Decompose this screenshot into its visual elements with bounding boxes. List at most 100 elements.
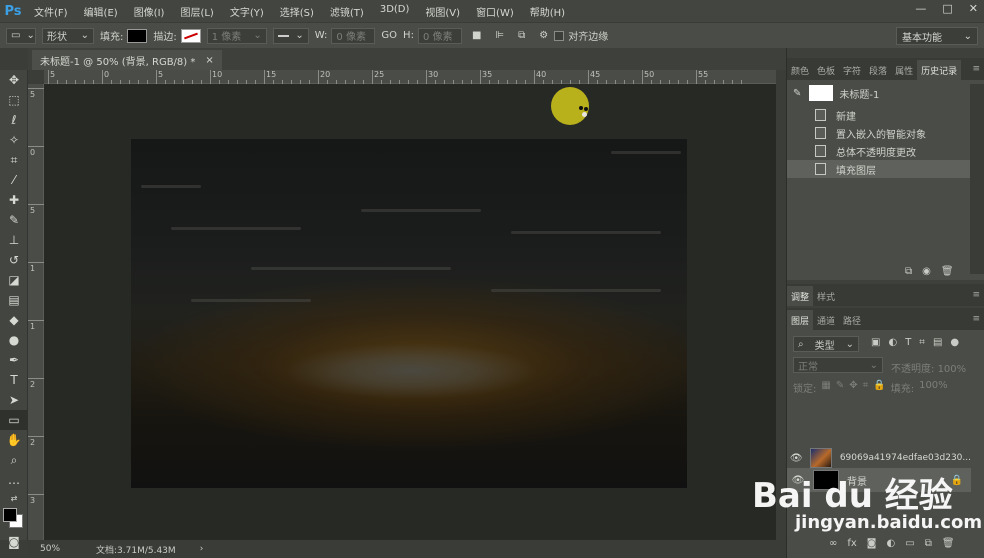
document-tab[interactable]: 未标题-1 @ 50% (背景, RGB/8) * × bbox=[32, 50, 222, 70]
menu-item[interactable]: 选择(S) bbox=[272, 4, 322, 19]
panel-menu-icon[interactable]: ≡ bbox=[972, 290, 980, 300]
menu-item[interactable]: 文字(Y) bbox=[222, 4, 272, 19]
rectangle-tool-preset[interactable]: ▭ ⌄ bbox=[6, 27, 36, 44]
menu-item[interactable]: 图像(I) bbox=[126, 4, 173, 19]
blend-mode-select[interactable]: 正常 ⌄ bbox=[793, 357, 883, 373]
panel-menu-icon[interactable]: ≡ bbox=[972, 64, 980, 74]
tool-preset-picker[interactable]: ▭ ⌄ bbox=[6, 27, 36, 44]
close-button[interactable]: ✕ bbox=[969, 2, 978, 15]
rectangle-tool-icon[interactable]: ▭ bbox=[0, 410, 28, 430]
history-brush-tool-icon[interactable]: ↺ bbox=[0, 250, 28, 270]
clone-stamp-tool-icon[interactable]: ⊥ bbox=[0, 230, 28, 250]
lock-all-icon[interactable]: 🔒 bbox=[873, 380, 885, 395]
minimize-button[interactable]: — bbox=[915, 2, 926, 15]
link-layers-icon[interactable]: ∞ bbox=[829, 538, 837, 556]
history-state[interactable]: 新建 bbox=[787, 106, 971, 124]
gear-icon[interactable]: ⚙ bbox=[539, 30, 548, 41]
path-selection-tool-icon[interactable]: ➤ bbox=[0, 390, 28, 410]
maximize-button[interactable]: □ bbox=[942, 2, 952, 15]
blur-tool-icon[interactable]: ◆ bbox=[0, 310, 28, 330]
shape-mode-select[interactable]: 形状 ⌄ bbox=[42, 27, 94, 44]
adjustment-filter-icon[interactable]: ◐ bbox=[888, 337, 897, 348]
menu-item[interactable]: 滤镜(T) bbox=[322, 4, 372, 19]
foreground-color-swatch[interactable] bbox=[3, 508, 17, 522]
history-state[interactable]: 总体不透明度更改 bbox=[787, 142, 971, 160]
swap-colors-icon[interactable]: ⇄ bbox=[0, 490, 28, 506]
width-input[interactable]: 0 像素 bbox=[331, 27, 376, 44]
stroke-swatch[interactable] bbox=[180, 28, 201, 43]
panel-scrollbar[interactable] bbox=[970, 84, 984, 274]
menu-item[interactable]: 图层(L) bbox=[172, 4, 221, 19]
history-snapshot[interactable]: ✎ 未标题-1 bbox=[787, 84, 971, 102]
layer-filter-select[interactable]: ⌕ 类型 ⌄ bbox=[793, 336, 859, 352]
canvas-area[interactable] bbox=[44, 84, 776, 540]
zoom-tool-icon[interactable]: ⌕ bbox=[0, 450, 28, 470]
lasso-tool-icon[interactable]: ℓ bbox=[0, 110, 28, 130]
fx-icon[interactable]: fx bbox=[847, 538, 856, 556]
lock-transparent-icon[interactable]: ▦ bbox=[821, 380, 830, 395]
panel-tab[interactable]: 路径 bbox=[839, 310, 865, 330]
trash-icon[interactable]: 🗑 bbox=[941, 266, 954, 284]
fill-input[interactable]: 100% bbox=[919, 380, 948, 395]
panel-tab[interactable]: 色板 bbox=[813, 60, 839, 80]
more-tools-icon[interactable]: … bbox=[0, 470, 28, 490]
gradient-tool-icon[interactable]: ▤ bbox=[0, 290, 28, 310]
pen-tool-icon[interactable]: ✒ bbox=[0, 350, 28, 370]
new-document-from-state-icon[interactable]: ⧉ bbox=[905, 266, 912, 284]
crop-tool-icon[interactable]: ⌗ bbox=[0, 150, 28, 170]
panel-menu-icon[interactable]: ≡ bbox=[972, 314, 980, 324]
path-operations-icon[interactable]: ■ bbox=[472, 30, 481, 41]
zoom-level[interactable]: 50% bbox=[40, 544, 96, 554]
menu-item[interactable]: 编辑(E) bbox=[76, 4, 126, 19]
folder-icon[interactable]: ▭ bbox=[905, 538, 914, 556]
opacity-input[interactable]: 100% bbox=[938, 364, 967, 375]
dodge-tool-icon[interactable]: ● bbox=[0, 330, 28, 350]
quick-mask-icon[interactable]: ◙ bbox=[0, 532, 28, 552]
menu-item[interactable]: 帮助(H) bbox=[522, 4, 573, 19]
menu-item[interactable]: 文件(F) bbox=[26, 4, 76, 19]
stroke-width-input[interactable]: 1 像素 ⌄ bbox=[206, 27, 267, 44]
history-state[interactable]: 置入嵌入的智能对象 bbox=[787, 124, 971, 142]
new-layer-icon[interactable]: ⧉ bbox=[925, 538, 932, 556]
panel-tab[interactable]: 历史记录 bbox=[917, 60, 962, 80]
panel-tab[interactable]: 颜色 bbox=[787, 60, 813, 80]
eye-icon[interactable]: 👁 bbox=[787, 453, 806, 464]
panel-tab[interactable]: 调整 bbox=[787, 286, 814, 306]
smart-object-filter-icon[interactable]: ▤ bbox=[933, 337, 942, 348]
document-image[interactable] bbox=[131, 139, 687, 488]
menu-item[interactable]: 3D(D) bbox=[372, 4, 418, 19]
trash-icon[interactable]: 🗑 bbox=[942, 538, 955, 556]
menu-item[interactable]: 窗口(W) bbox=[468, 4, 522, 19]
link-icon[interactable]: GO bbox=[381, 30, 397, 41]
lock-position-icon[interactable]: ✥ bbox=[849, 380, 857, 395]
panel-tab[interactable]: 图层 bbox=[787, 310, 814, 330]
path-arrangement-icon[interactable]: ⧉ bbox=[518, 30, 525, 41]
fill-swatch[interactable] bbox=[127, 28, 148, 43]
pixel-filter-icon[interactable]: ▣ bbox=[871, 337, 880, 348]
camera-icon[interactable]: ◉ bbox=[922, 266, 931, 284]
type-filter-icon[interactable]: T bbox=[905, 337, 911, 348]
panel-tab[interactable]: 段落 bbox=[865, 60, 891, 80]
status-menu-icon[interactable]: › bbox=[200, 544, 204, 554]
healing-brush-tool-icon[interactable]: ✚ bbox=[0, 190, 28, 210]
hand-tool-icon[interactable]: ✋ bbox=[0, 430, 28, 450]
close-icon[interactable]: × bbox=[205, 55, 213, 66]
lock-image-icon[interactable]: ✎ bbox=[836, 380, 844, 395]
brush-tool-icon[interactable]: ✎ bbox=[0, 210, 28, 230]
history-state[interactable]: 填充图层 bbox=[787, 160, 971, 178]
move-tool-icon[interactable]: ✥ bbox=[0, 70, 28, 90]
panel-tab[interactable]: 字符 bbox=[839, 60, 865, 80]
panel-tab[interactable]: 通道 bbox=[813, 310, 839, 330]
panel-tab[interactable]: 属性 bbox=[891, 60, 917, 80]
panel-tab[interactable]: 样式 bbox=[813, 286, 839, 306]
layer-name[interactable]: 69069a41974edfae03d230... bbox=[840, 453, 971, 463]
magic-wand-tool-icon[interactable]: ✧ bbox=[0, 130, 28, 150]
layer-row[interactable]: 👁 69069a41974edfae03d230... bbox=[787, 446, 971, 470]
add-mask-icon[interactable]: ◙ bbox=[867, 538, 877, 556]
shape-filter-icon[interactable]: ⌗ bbox=[919, 337, 925, 348]
eraser-tool-icon[interactable]: ◪ bbox=[0, 270, 28, 290]
workspace-select[interactable]: 基本功能 ⌄ bbox=[896, 27, 978, 45]
adjustment-layer-icon[interactable]: ◐ bbox=[887, 538, 896, 556]
filter-toggle-icon[interactable]: ● bbox=[950, 337, 959, 348]
eyedropper-tool-icon[interactable]: ⁄ bbox=[0, 170, 28, 190]
